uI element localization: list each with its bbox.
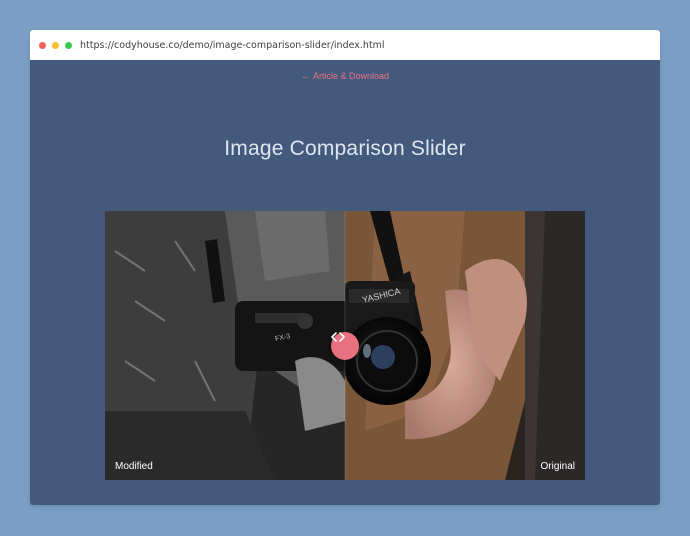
page-title: Image Comparison Slider: [224, 137, 466, 161]
article-download-link-label: Article & Download: [312, 71, 390, 81]
slider-handle[interactable]: [331, 332, 359, 360]
browser-titlebar: https://codyhouse.co/demo/image-comparis…: [30, 30, 660, 60]
close-dot[interactable]: [39, 41, 46, 49]
arrow-left-icon: ←: [300, 71, 311, 82]
address-bar-url[interactable]: https://codyhouse.co/demo/image-comparis…: [80, 40, 385, 51]
browser-window: https://codyhouse.co/demo/image-comparis…: [30, 30, 660, 505]
chevron-left-right-icon: [331, 332, 345, 342]
original-label: Original: [540, 461, 575, 472]
image-comparison-slider[interactable]: YASHICA FX-3 Modified Original: [105, 211, 585, 480]
modified-label: Modified: [115, 461, 153, 472]
article-download-link[interactable]: ← Article & Download: [30, 71, 660, 82]
maximize-dot[interactable]: [65, 41, 72, 49]
minimize-dot[interactable]: [52, 41, 59, 49]
